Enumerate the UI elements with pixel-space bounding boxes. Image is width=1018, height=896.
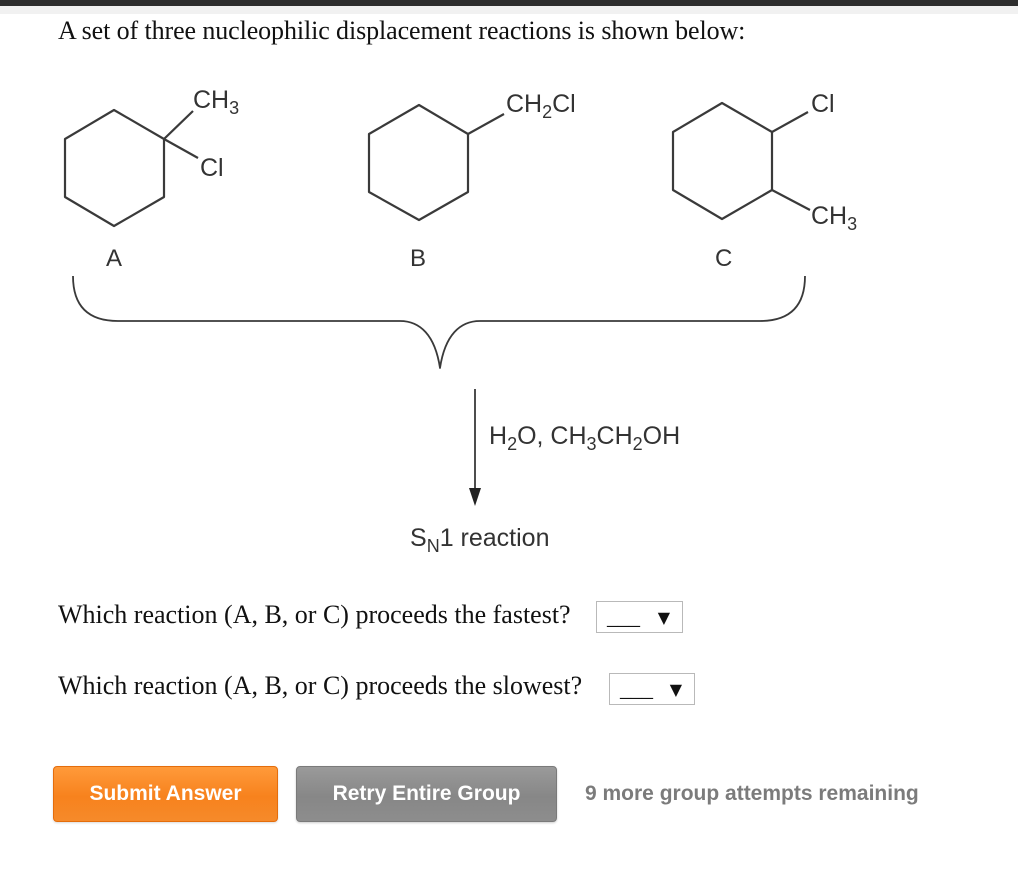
compound-a-chloro-bond — [163, 138, 199, 159]
compound-b-label: B — [410, 245, 426, 272]
question-slowest: Which reaction (A, B, or C) proceeds the… — [58, 671, 583, 700]
compound-a-cl-label: Cl — [200, 154, 224, 182]
compound-a-methyl-bond — [163, 110, 194, 140]
compound-a-ch3-label: CH3 — [193, 86, 239, 118]
reaction-scheme: CH3 Cl A CH2Cl B Cl CH3 C H2O, CH3CH2OH … — [63, 86, 857, 556]
compound-c-ring — [671, 101, 774, 221]
compound-c-chloro-bond — [771, 111, 809, 133]
compound-b-ring — [367, 103, 470, 222]
dropdown-selected-value: ___ — [620, 676, 653, 701]
reaction-conditions: H2O, CH3CH2OH — [489, 422, 680, 454]
compound-c-ch3-label: CH3 — [811, 202, 857, 234]
dropdown-arrow-icon: ▼ — [669, 680, 682, 699]
fastest-answer-dropdown[interactable]: ___ ▼ — [596, 601, 683, 633]
slowest-answer-dropdown[interactable]: ___ ▼ — [609, 673, 695, 705]
compound-c-methyl-bond — [771, 189, 811, 211]
attempts-remaining-text: 9 more group attempts remaining — [585, 782, 919, 805]
question-fastest: Which reaction (A, B, or C) proceeds the… — [58, 600, 571, 629]
compound-a-label: A — [106, 245, 122, 272]
reaction-arrow-head — [469, 488, 481, 506]
dropdown-arrow-icon: ▼ — [657, 608, 670, 627]
compound-b-ch2cl-label: CH2Cl — [506, 90, 576, 122]
submit-answer-button[interactable]: Submit Answer — [53, 766, 278, 822]
dropdown-selected-value: ___ — [607, 604, 640, 629]
compound-c-label: C — [715, 245, 732, 272]
reaction-type-label: SN1 reaction — [410, 524, 549, 556]
grouping-brace — [72, 275, 806, 369]
compound-b-ch2cl-bond — [467, 113, 505, 135]
retry-entire-group-button[interactable]: Retry Entire Group — [296, 766, 557, 822]
compound-a-ring — [63, 108, 166, 228]
compound-c-cl-label: Cl — [811, 90, 835, 118]
